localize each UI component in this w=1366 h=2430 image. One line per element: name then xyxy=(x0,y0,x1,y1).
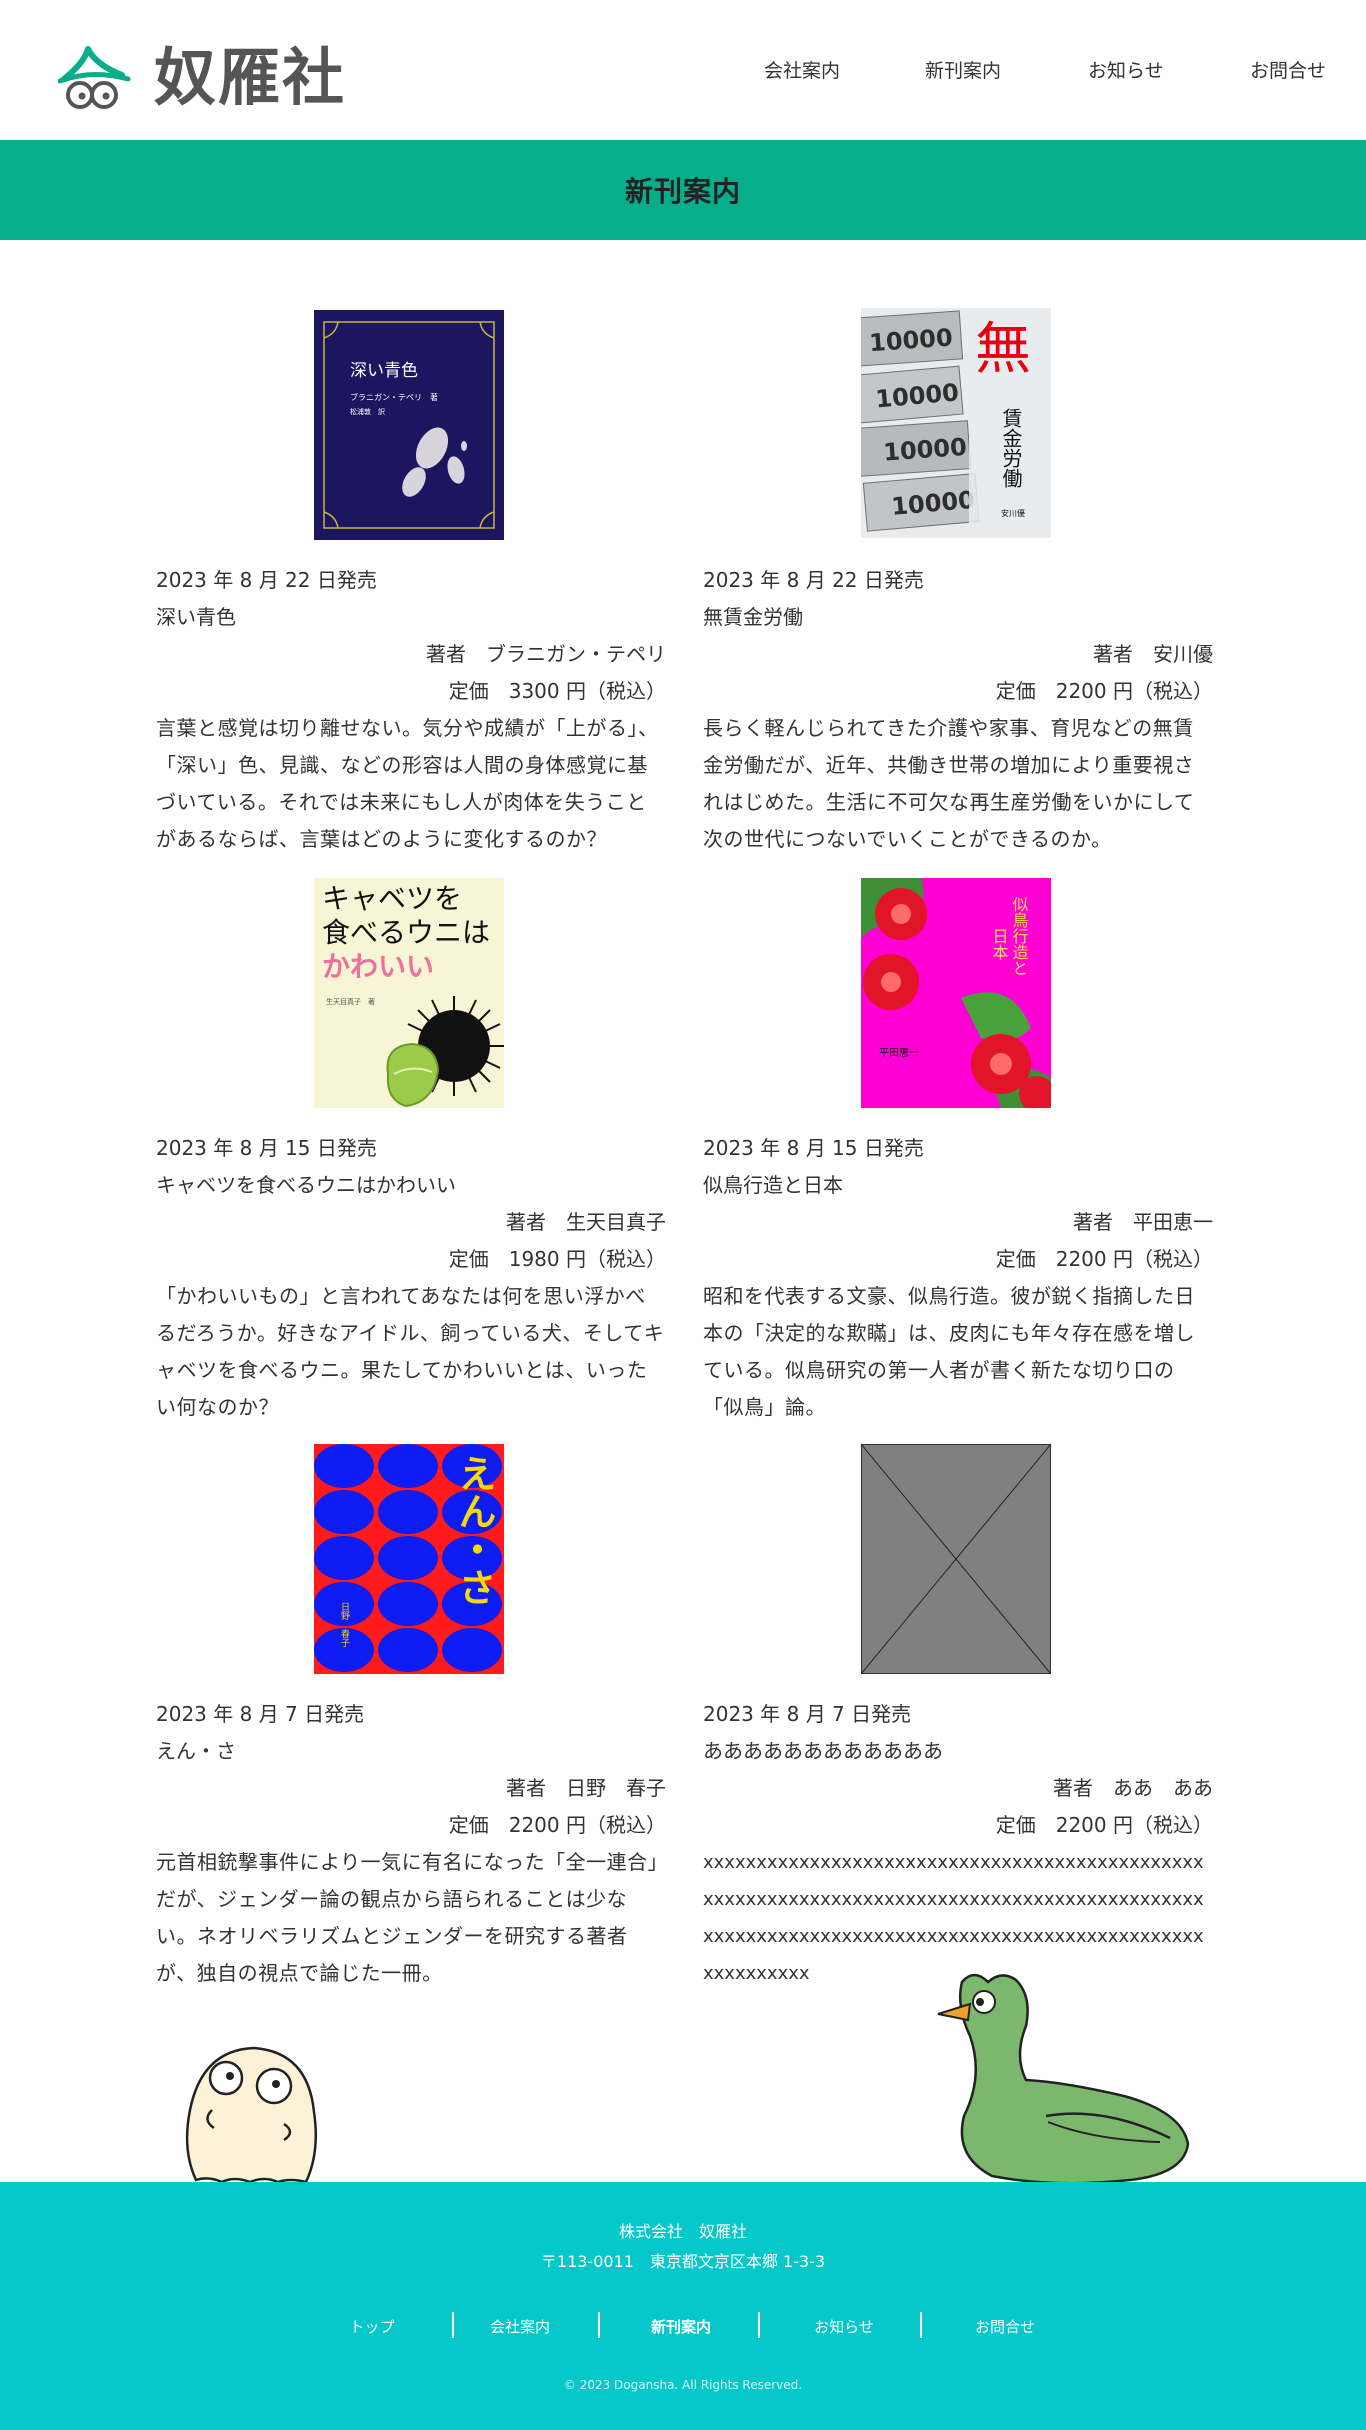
site-header: 奴雁社 会社案内 新刊案内 お知らせ お問合せ xyxy=(0,0,1366,140)
book-author: 著者 安川優 xyxy=(1093,642,1213,666)
book-description: 長らく軽んじられてきた介護や家事、育児などの無賃金労働だが、近年、共働き世帯の増… xyxy=(703,716,1195,851)
footer-nav-top[interactable]: トップ xyxy=(292,2316,452,2337)
footer-nav-new-books[interactable]: 新刊案内 xyxy=(601,2316,761,2337)
cover-title: 深い青色 xyxy=(350,361,418,381)
book-info: 2023 年 8 月 7 日発売 えん・さ 著者 日野 春子 定価 2200 円… xyxy=(156,1696,666,1992)
book-author: 著者 ああ ああ xyxy=(1053,1776,1213,1800)
nav-news[interactable]: お知らせ xyxy=(1088,56,1164,83)
cover-author: ブラニガン・テペリ 著 xyxy=(350,392,438,402)
release-date: 2023 年 8 月 22 日発売 xyxy=(156,568,377,592)
book-description: 言葉と感覚は切り離せない。気分や成績が「上がる」、「深い」色、見識、などの形容は… xyxy=(156,716,659,851)
book-info: 2023 年 8 月 7 日発売 ああああああああああああ 著者 ああ ああ 定… xyxy=(703,1696,1213,1992)
main-nav: 会社案内 新刊案内 お知らせ お問合せ xyxy=(0,56,1366,86)
page-title-band: 新刊案内 xyxy=(0,140,1366,240)
footer-address: 〒113-0011 東京都文京区本郷 1-3-3 xyxy=(540,2252,826,2271)
footer-nav: トップ 会社案内 新刊案内 お知らせ お問合せ xyxy=(0,2312,1366,2342)
book-cover[interactable]: 深い青色 ブラニガン・テペリ 著 松浦敦 訳 xyxy=(314,310,504,540)
ghost-mascot-icon xyxy=(185,2046,318,2184)
book-author: 著者 日野 春子 xyxy=(506,1776,666,1800)
svg-text:10000: 10000 xyxy=(868,323,953,357)
footer-nav-divider xyxy=(598,2312,600,2338)
cover-translator: 松浦敦 訳 xyxy=(350,407,385,416)
nav-company[interactable]: 会社案内 xyxy=(764,56,840,83)
book-info: 2023 年 8 月 22 日発売 深い青色 著者 ブラニガン・テペリ 定価 3… xyxy=(156,562,666,858)
copyright-text: © 2023 Doganshа. All Rights Reserved. xyxy=(563,2378,803,2392)
book-title[interactable]: えん・さ xyxy=(156,1733,666,1770)
cover-author: 日野 春子 xyxy=(339,1602,350,1647)
footer-nav-contact[interactable]: お問合せ xyxy=(925,2316,1085,2337)
book-cover[interactable]: キャベツを 食べるウニは かわいい 生天目真子 著 xyxy=(314,878,504,1108)
cover-author: 生天目真子 著 xyxy=(326,997,375,1006)
book-description: 元首相銃撃事件により一気に有名になった「全一連合」だが、ジェンダー論の観点から語… xyxy=(156,1850,659,1985)
book-title[interactable]: キャベツを食べるウニはかわいい xyxy=(156,1167,666,1204)
release-date: 2023 年 8 月 22 日発売 xyxy=(703,568,924,592)
book-price: 定価 2200 円（税込） xyxy=(995,1247,1213,1271)
release-date: 2023 年 8 月 15 日発売 xyxy=(156,1136,377,1160)
cover-author: 安川優 xyxy=(1001,508,1025,518)
nav-new-books[interactable]: 新刊案内 xyxy=(925,56,1001,83)
book-title[interactable]: 深い青色 xyxy=(156,599,666,636)
page-title: 新刊案内 xyxy=(624,175,741,208)
book-description: 「かわいいもの」と言われてあなたは何を思い浮かべるだろうか。好きなアイドル、飼っ… xyxy=(156,1284,665,1419)
cover-title-col-1: 似鳥行造と xyxy=(1010,896,1029,976)
book-description: 昭和を代表する文豪、似鳥行造。彼が鋭く指摘した日本の「決定的な欺瞞」は、皮肉にも… xyxy=(703,1284,1195,1419)
book-price: 定価 2200 円（税込） xyxy=(995,679,1213,703)
footer-nav-divider xyxy=(758,2312,760,2338)
cover-line-1: キャベツを xyxy=(322,882,462,915)
book-cover-placeholder[interactable] xyxy=(861,1444,1051,1674)
book-info: 2023 年 8 月 15 日発売 似鳥行造と日本 著者 平田恵一 定価 220… xyxy=(703,1130,1213,1426)
footer-nav-divider xyxy=(920,2312,922,2338)
cover-author: 平田恵一 xyxy=(879,1046,919,1059)
book-title[interactable]: 似鳥行造と日本 xyxy=(703,1167,1213,1204)
svg-text:10000: 10000 xyxy=(882,433,967,467)
site-footer: 株式会社 奴雁社 〒113-0011 東京都文京区本郷 1-3-3 トップ 会社… xyxy=(0,2182,1366,2430)
nav-contact[interactable]: お問合せ xyxy=(1250,56,1326,83)
book-price: 定価 2200 円（税込） xyxy=(448,1813,666,1837)
cover-vertical-title: 賃金労働 xyxy=(999,408,1023,488)
book-author: 著者 平田恵一 xyxy=(1073,1210,1213,1234)
cover-line-3: かわいい xyxy=(322,950,434,983)
book-price: 定価 1980 円（税込） xyxy=(448,1247,666,1271)
book-info: 2023 年 8 月 15 日発売 キャベツを食べるウニはかわいい 著者 生天目… xyxy=(156,1130,666,1426)
cover-title-col-2: 日本 xyxy=(990,928,1009,960)
footer-company-name: 株式会社 奴雁社 xyxy=(618,2222,747,2241)
cover-line-2: 食べるウニは xyxy=(322,916,490,949)
book-author: 著者 ブラニガン・テペリ xyxy=(426,642,666,666)
book-info: 2023 年 8 月 22 日発売 無賃金労働 著者 安川優 定価 2200 円… xyxy=(703,562,1213,858)
cover-title: えん・さ xyxy=(452,1454,496,1606)
release-date: 2023 年 8 月 15 日発売 xyxy=(703,1136,924,1160)
image-placeholder-icon xyxy=(861,1444,1051,1674)
book-cover[interactable]: 10000 10000 10000 10000 無 賃金労働 安川優 xyxy=(861,308,1051,538)
footer-nav-company[interactable]: 会社案内 xyxy=(440,2316,600,2337)
cover-art: 深い青色 ブラニガン・テペリ 著 松浦敦 訳 xyxy=(314,310,504,540)
book-cover[interactable]: 似鳥行造と 日本 平田恵一 xyxy=(861,878,1051,1108)
footer-nav-news[interactable]: お知らせ xyxy=(764,2316,924,2337)
goose-mascot-icon xyxy=(937,1973,1190,2185)
book-title[interactable]: 無賃金労働 xyxy=(703,599,1213,636)
cover-art: 10000 10000 10000 10000 無 賃金労働 安川優 xyxy=(861,308,1051,538)
cover-art: 似鳥行造と 日本 平田恵一 xyxy=(861,878,1051,1108)
book-cover[interactable]: えん・さ 日野 春子 xyxy=(314,1444,504,1674)
book-price: 定価 3300 円（税込） xyxy=(448,679,666,703)
book-price: 定価 2200 円（税込） xyxy=(995,1813,1213,1837)
cover-art: キャベツを 食べるウニは かわいい 生天目真子 著 xyxy=(314,878,504,1108)
book-author: 著者 生天目真子 xyxy=(506,1210,666,1234)
cover-art: えん・さ 日野 春子 xyxy=(314,1444,504,1674)
release-date: 2023 年 8 月 7 日発売 xyxy=(703,1702,912,1726)
cover-big-char: 無 xyxy=(975,317,1031,382)
release-date: 2023 年 8 月 7 日発売 xyxy=(156,1702,365,1726)
book-title[interactable]: ああああああああああああ xyxy=(703,1733,1213,1770)
